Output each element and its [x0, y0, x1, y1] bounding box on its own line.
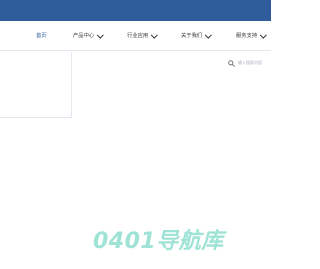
chevron-down-icon	[97, 31, 104, 38]
nav-item-products[interactable]: 产品中心	[73, 31, 104, 41]
nav-item-support[interactable]: 服务支持	[236, 31, 267, 41]
top-banner	[0, 0, 271, 21]
nav-item-label: 关于我们	[181, 33, 203, 39]
dropdown-panel	[0, 52, 72, 118]
nav-item-industry[interactable]: 行业应用	[127, 31, 158, 41]
main-navigation: 首页 产品中心 行业应用 关于我们 服务支持	[0, 21, 271, 51]
search-box[interactable]: 输入搜索内容	[228, 58, 262, 68]
chevron-down-icon	[205, 31, 212, 38]
nav-item-about[interactable]: 关于我们	[181, 31, 212, 41]
watermark-logo: 0401导航库	[93, 229, 224, 254]
search-icon[interactable]	[228, 59, 235, 67]
chevron-down-icon	[260, 31, 267, 38]
chevron-down-icon	[151, 31, 158, 38]
search-input[interactable]: 输入搜索内容	[238, 60, 262, 66]
nav-item-label: 首页	[36, 33, 47, 39]
nav-item-label: 服务支持	[236, 33, 258, 39]
nav-item-label: 产品中心	[73, 33, 95, 39]
nav-item-home[interactable]: 首页	[36, 31, 47, 41]
nav-item-label: 行业应用	[127, 33, 149, 39]
